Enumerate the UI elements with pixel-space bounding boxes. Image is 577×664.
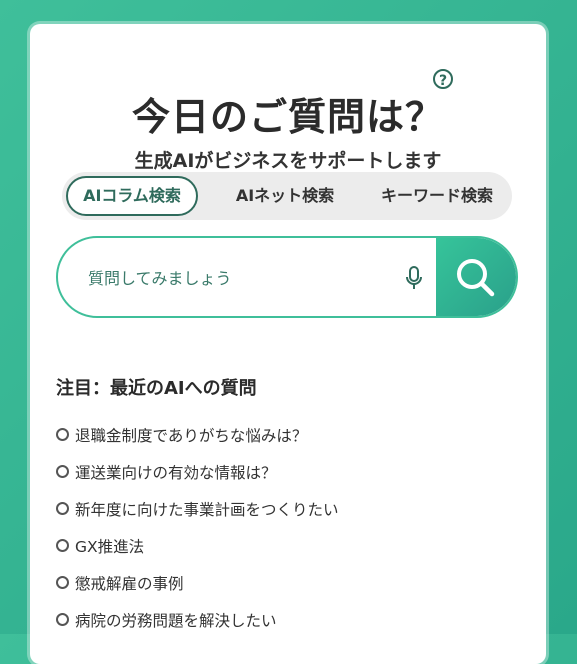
search-button[interactable] [436,238,516,316]
search-input[interactable] [86,238,390,316]
title-row: 今日のご質問は？ [30,86,546,141]
list-item-label: 病院の労務問題を解決したい [75,611,277,630]
list-item[interactable]: 退職金制度でありがちな悩みは？ [56,416,339,453]
bullet-icon [56,539,69,552]
page-title: 今日のご質問は？ [131,95,444,139]
list-item[interactable]: 新年度に向けた事業計画をつくりたい [56,490,339,527]
help-icon[interactable]: ? [433,69,453,89]
bullet-icon [56,428,69,441]
list-item[interactable]: 病院の労務問題を解決したい [56,601,339,638]
page-subtitle: 生成AIがビジネスをサポートします [134,150,442,172]
tab-keyword-search[interactable]: キーワード検索 [362,176,512,216]
bullet-icon [56,465,69,478]
list-item[interactable]: 懲戒解雇の事例 [56,564,339,601]
list-item-label: 懲戒解雇の事例 [75,574,184,593]
list-item-label: 退職金制度でありがちな悩みは？ [75,426,308,445]
microphone-icon[interactable] [404,266,424,290]
list-item-label: 運送業向けの有効な情報は？ [75,463,277,482]
bullet-icon [56,502,69,515]
featured-section-title: 注目：最近のAIへの質問 [56,378,257,399]
bullet-icon [56,576,69,589]
search-icon [457,259,495,297]
list-item[interactable]: 運送業向けの有効な情報は？ [56,453,339,490]
search-box [56,236,518,318]
main-card: 今日のご質問は？ ? 生成AIがビジネスをサポートします AIコラム検索 AIネ… [30,24,546,664]
tab-ai-net-search[interactable]: AIネット検索 [210,176,360,216]
search-mode-tabs: AIコラム検索 AIネット検索 キーワード検索 [62,172,512,220]
tab-ai-column-search[interactable]: AIコラム検索 [66,176,198,216]
featured-question-list: 退職金制度でありがちな悩みは？ 運送業向けの有効な情報は？ 新年度に向けた事業計… [56,416,339,638]
list-item-label: GX推進法 [75,537,145,556]
bullet-icon [56,613,69,626]
list-item-label: 新年度に向けた事業計画をつくりたい [75,500,339,519]
list-item[interactable]: GX推進法 [56,527,339,564]
